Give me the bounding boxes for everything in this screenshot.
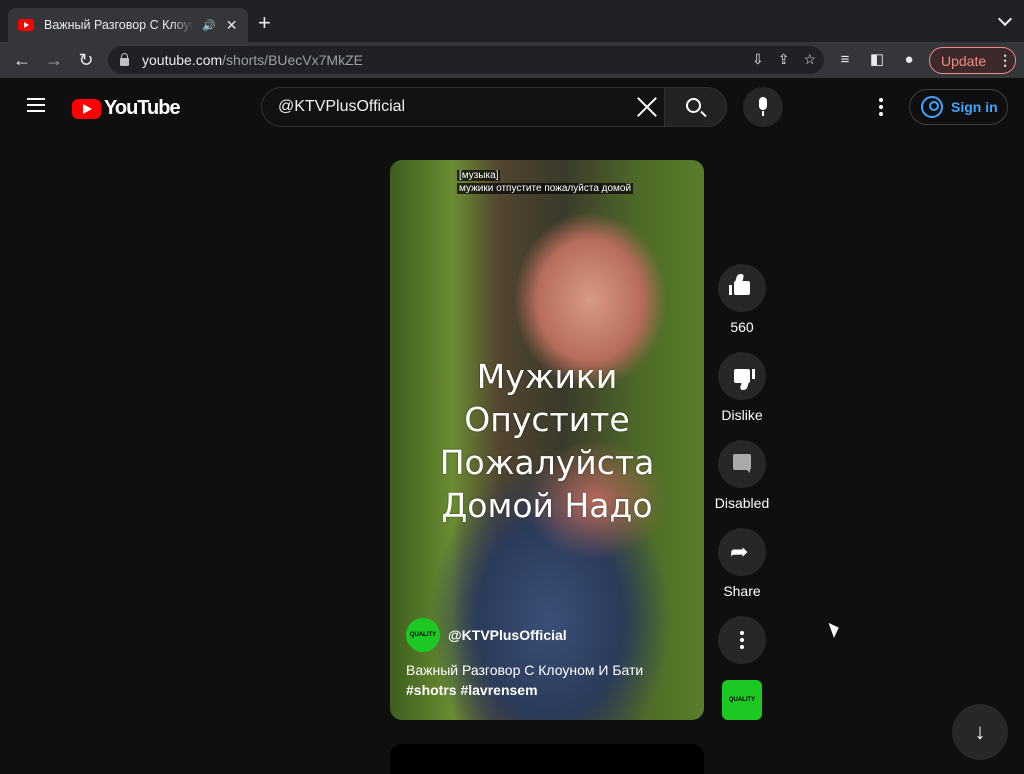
youtube-wordmark: YouTube [104,97,181,119]
voice-search-button[interactable] [743,87,783,127]
comments-button[interactable]: Disabled [708,440,776,511]
share-button[interactable]: ➦ Share [708,528,776,599]
youtube-logo[interactable]: YouTube [72,97,181,120]
share-arrow-icon: ➦ [730,539,749,564]
install-app-icon[interactable]: ⇩ [752,51,764,68]
url-text[interactable]: youtube.com/shorts/BUecVx7MkZE [142,52,363,68]
sign-in-button[interactable]: Sign in [909,89,1008,125]
browser-tab-strip: Важный Разговор С Клоуном И Бати 🔊 ✕ + [0,0,1024,42]
caption-line: мужики отпустите пожалуйста домой [457,183,634,194]
browser-menu-icon[interactable]: ⋮ [998,52,1012,69]
browser-toolbar: ← → ↻ youtube.com/shorts/BUecVx7MkZE ⇩ ⇪… [0,42,1024,78]
update-button[interactable]: Update ⋮ [929,47,1016,74]
comments-label: Disabled [714,495,770,511]
youtube-header: YouTube @KTVPlusOfficial Sign in [0,78,1024,136]
channel-handle[interactable]: @KTVPlusOfficial [448,627,567,643]
like-count: 560 [730,319,754,335]
account-icon [921,96,943,118]
share-label: Share [723,583,761,599]
sign-in-label: Sign in [951,99,998,115]
share-page-icon[interactable]: ⇪ [778,51,790,68]
bookmark-star-icon[interactable]: ☆ [803,51,816,68]
youtube-play-icon [72,98,101,119]
update-label: Update [941,52,987,69]
address-bar[interactable]: youtube.com/shorts/BUecVx7MkZE ⇩ ⇪ ☆ [108,46,824,74]
lock-icon[interactable] [120,53,129,66]
thumb-up-icon [729,281,750,295]
forward-arrow-icon[interactable]: → [43,49,65,71]
video-overlay-text: Мужики Опустите Пожалуйста Домой Надо [439,357,655,525]
tab-search-chevron-icon[interactable] [997,11,1013,27]
next-short-preview[interactable] [390,744,704,774]
sound-thumbnail[interactable]: QUALITY [722,680,762,720]
media-controls-icon[interactable]: ≡ [836,51,854,69]
microphone-icon [759,97,767,110]
caption-line: [музыка] [457,170,501,181]
settings-more-icon[interactable] [879,98,883,116]
menu-icon[interactable] [27,98,45,112]
reload-icon[interactable]: ↻ [75,49,97,71]
search-icon [686,98,701,113]
dislike-label: Dislike [721,407,763,423]
shorts-video-player[interactable]: [музыка] мужики отпустите пожалуйста дом… [390,160,704,720]
thumb-down-icon [734,369,750,383]
next-video-arrow-icon[interactable]: ↓ [952,704,1008,760]
channel-row[interactable]: QUALITY @KTVPlusOfficial [406,618,567,652]
video-title[interactable]: Важный Разговор С Клоуном И Бати #shotrs… [406,660,686,700]
youtube-favicon-icon [18,19,34,31]
tab-title: Важный Разговор С Клоуном И Бати [44,18,194,32]
profile-icon[interactable]: ● [900,51,918,69]
new-tab-button[interactable]: + [258,12,271,34]
hashtags[interactable]: #shotrs #lavrensem [406,682,538,698]
more-vert-icon [740,631,744,652]
speaker-icon[interactable]: 🔊 [202,19,216,32]
more-actions-button[interactable] [708,616,776,664]
dislike-button[interactable]: Dislike [708,352,776,423]
clear-search-icon[interactable] [636,96,658,118]
mouse-cursor [828,620,842,638]
search-input[interactable]: @KTVPlusOfficial [261,87,666,127]
search-button[interactable] [664,87,727,127]
back-arrow-icon[interactable]: ← [11,49,33,71]
comment-icon [733,454,751,473]
browser-tab[interactable]: Важный Разговор С Клоуном И Бати 🔊 ✕ [8,8,248,42]
channel-avatar[interactable]: QUALITY [406,618,440,652]
like-button[interactable]: 560 [708,264,776,335]
side-panel-icon[interactable]: ◧ [868,51,886,69]
close-tab-icon[interactable]: ✕ [226,17,238,34]
